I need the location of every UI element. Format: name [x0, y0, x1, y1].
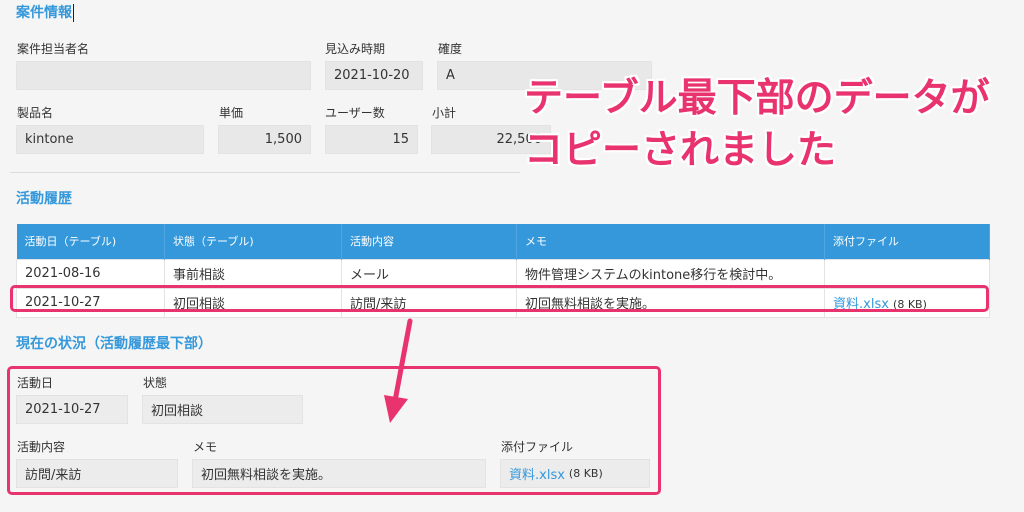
person-in-charge-label: 案件担当者名 — [17, 42, 90, 56]
unit-price-field[interactable]: 1,500 — [218, 125, 311, 154]
deal-info-title: 案件情報 — [16, 2, 74, 22]
cell-date: 2021-08-16 — [16, 258, 165, 289]
user-count-field[interactable]: 15 — [325, 125, 418, 154]
deal-info-title-text: 案件情報 — [16, 5, 72, 21]
subtotal-label: 小計 — [432, 106, 457, 120]
cell-activity: メール — [341, 258, 517, 289]
product-name-label: 製品名 — [17, 106, 54, 120]
expected-period-label: 見込み時期 — [325, 42, 386, 56]
down-arrow-icon — [384, 318, 413, 423]
unit-price-label: 単価 — [219, 106, 244, 120]
activity-history-title: 活動履歴 — [16, 191, 72, 207]
user-count-label: ユーザー数 — [325, 106, 385, 120]
annotation-line-1: テーブル最下部のデータが — [524, 76, 990, 121]
current-status-title: 現在の状況（活動履歴最下部） — [16, 336, 212, 352]
bottom-row-highlight-box — [10, 285, 989, 312]
column-header-status: 状態（テーブル) — [164, 224, 342, 259]
column-header-date: 活動日（テーブル) — [16, 224, 165, 259]
cell-status: 事前相談 — [164, 258, 342, 289]
current-status-highlight-box — [7, 366, 661, 495]
expected-period-field[interactable]: 2021-10-20 — [325, 61, 423, 90]
column-header-attachment: 添付ファイル — [824, 224, 990, 259]
column-header-activity: 活動内容 — [341, 224, 517, 259]
product-name-field[interactable]: kintone — [16, 125, 204, 154]
annotation-line-2: コピーされました — [524, 128, 837, 173]
cell-attachment — [824, 258, 990, 289]
person-in-charge-field[interactable] — [16, 61, 311, 90]
cell-memo: 物件管理システムのkintone移行を検討中。 — [516, 258, 825, 289]
table-header-row: 活動日（テーブル) 状態（テーブル) 活動内容 メモ 添付ファイル — [16, 224, 990, 259]
column-header-memo: メモ — [516, 224, 825, 259]
section-divider — [10, 172, 520, 173]
certainty-label: 確度 — [438, 42, 463, 56]
table-row: 2021-08-16 事前相談 メール 物件管理システムのkintone移行を検… — [16, 258, 990, 289]
text-cursor — [73, 4, 74, 22]
